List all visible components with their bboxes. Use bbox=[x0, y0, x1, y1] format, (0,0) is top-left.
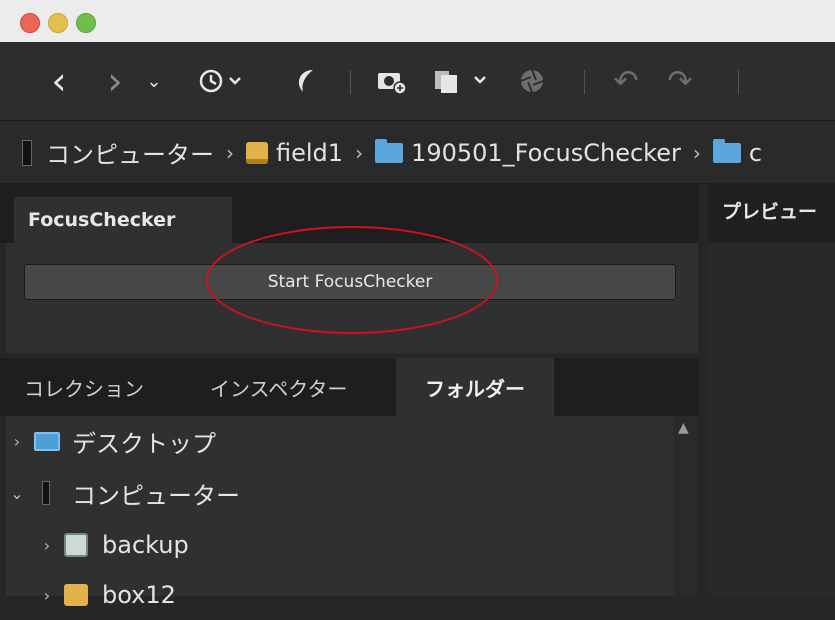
browser-tab-bar: コレクション インスペクター フォルダー bbox=[0, 358, 698, 416]
close-window-button[interactable] bbox=[20, 13, 40, 33]
tree-scrollbar[interactable]: ▲ bbox=[674, 416, 698, 596]
plugin-tab-bar: FocusChecker bbox=[0, 183, 698, 243]
back-button[interactable]: ‹ bbox=[44, 59, 74, 103]
rotate-left-button[interactable] bbox=[286, 64, 322, 98]
chevron-down-icon: ⌄ bbox=[146, 70, 162, 92]
breadcrumb-label: コンピューター bbox=[46, 141, 214, 169]
undo-icon: ↶ bbox=[613, 63, 639, 99]
tab-focuschecker[interactable]: FocusChecker bbox=[14, 197, 232, 243]
tree-item-label: box12 bbox=[102, 581, 176, 609]
breadcrumb-item-focuschecker-folder[interactable]: 190501_FocusChecker › bbox=[375, 138, 713, 167]
chevron-right-icon: › bbox=[692, 140, 701, 165]
folder-tree: › デスクトップ ⌄ コンピューター › backup › box12 bbox=[6, 416, 674, 609]
toolbar-separator bbox=[350, 70, 351, 94]
toolbar-separator bbox=[738, 70, 739, 94]
breadcrumb: コンピューター › field1 › 190501_FocusChecker ›… bbox=[22, 135, 762, 170]
chevron-right-icon: › bbox=[355, 140, 364, 165]
tree-item-backup[interactable]: › backup bbox=[36, 520, 189, 570]
tab-collection[interactable]: コレクション bbox=[24, 358, 144, 416]
window-titlebar bbox=[0, 0, 835, 42]
history-dropdown-button[interactable]: ⌄ bbox=[144, 64, 164, 98]
chevron-down-icon[interactable]: ⌄ bbox=[6, 484, 28, 503]
aperture-button[interactable] bbox=[514, 64, 550, 98]
chevron-right-icon[interactable]: › bbox=[36, 536, 58, 555]
recent-history-button[interactable] bbox=[196, 64, 246, 98]
tree-item-label: backup bbox=[102, 531, 189, 559]
preview-panel: プレビュー bbox=[708, 183, 835, 596]
tab-inspector[interactable]: インスペクター bbox=[210, 358, 347, 416]
clock-icon bbox=[199, 69, 241, 93]
scroll-up-arrow-icon[interactable]: ▲ bbox=[678, 420, 689, 436]
path-bar: コンピューター › field1 › 190501_FocusChecker ›… bbox=[0, 120, 835, 184]
backup-drive-icon bbox=[64, 533, 88, 557]
toolbar: ‹ › ⌄ ↶ ↷ bbox=[0, 42, 835, 120]
tab-folder[interactable]: フォルダー bbox=[396, 358, 554, 416]
folder-icon bbox=[712, 138, 741, 163]
redo-button[interactable]: ↷ bbox=[664, 63, 696, 99]
breadcrumb-item-field1[interactable]: field1 › bbox=[246, 139, 375, 167]
minimize-window-button[interactable] bbox=[48, 13, 68, 33]
computer-icon bbox=[22, 139, 32, 166]
tree-item-label: コンピューター bbox=[72, 481, 240, 510]
tab-preview[interactable]: プレビュー bbox=[722, 197, 817, 224]
aperture-icon bbox=[520, 69, 544, 93]
preview-content bbox=[708, 243, 835, 596]
computer-icon bbox=[42, 481, 50, 505]
chevron-right-icon: › bbox=[226, 140, 234, 165]
copy-menu-button[interactable] bbox=[430, 64, 496, 98]
copy-icon bbox=[435, 71, 486, 93]
tree-item-desktop[interactable]: › デスクトップ bbox=[6, 416, 216, 466]
breadcrumb-item-subfolder[interactable]: c bbox=[712, 138, 763, 167]
left-panel: FocusChecker Start FocusChecker コレクション イ… bbox=[0, 183, 698, 609]
drive-icon bbox=[246, 141, 268, 164]
zoom-window-button[interactable] bbox=[76, 13, 96, 33]
redo-icon: ↷ bbox=[667, 63, 693, 99]
tree-item-label: デスクトップ bbox=[72, 429, 216, 458]
breadcrumb-label: 190501_FocusChecker bbox=[411, 138, 681, 167]
camera-add-icon bbox=[378, 73, 407, 95]
breadcrumb-label: field1 bbox=[276, 138, 344, 167]
crescent-icon bbox=[298, 70, 313, 92]
drive-icon bbox=[64, 584, 88, 606]
breadcrumb-label: c bbox=[748, 138, 763, 167]
toolbar-separator bbox=[584, 70, 585, 94]
camera-button[interactable] bbox=[372, 64, 412, 98]
start-focuschecker-button[interactable]: Start FocusChecker bbox=[24, 264, 676, 300]
chevron-right-icon[interactable]: › bbox=[36, 586, 58, 605]
forward-button[interactable]: › bbox=[100, 59, 130, 103]
undo-button[interactable]: ↶ bbox=[610, 63, 642, 99]
focuschecker-panel: Start FocusChecker bbox=[6, 243, 698, 353]
desktop-folder-icon bbox=[34, 431, 60, 451]
tree-item-computer[interactable]: ⌄ コンピューター bbox=[6, 468, 240, 518]
chevron-right-icon[interactable]: › bbox=[6, 432, 28, 451]
back-icon: ‹ bbox=[51, 59, 67, 103]
folder-icon bbox=[375, 138, 404, 163]
breadcrumb-item-computer[interactable]: コンピューター › bbox=[22, 135, 246, 170]
tree-item-box12[interactable]: › box12 bbox=[36, 570, 176, 620]
forward-icon: › bbox=[107, 59, 123, 103]
